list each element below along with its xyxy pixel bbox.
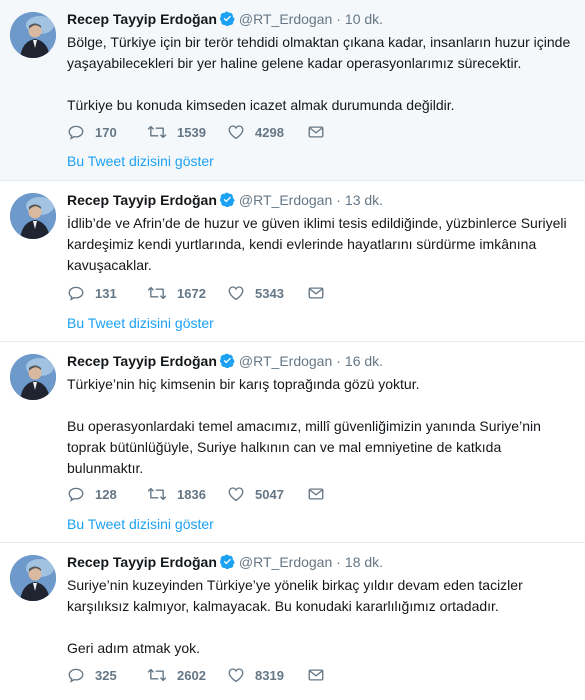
retweet-icon xyxy=(147,485,167,503)
reply-icon xyxy=(67,666,85,684)
author-name[interactable]: Recep Tayyip Erdoğan xyxy=(67,353,217,369)
retweet-count: 1672 xyxy=(177,285,206,301)
tweet-actions: 128 1836 5047 xyxy=(67,484,325,504)
direct-message-button[interactable] xyxy=(307,666,325,684)
tweet-paragraph: Türkiye bu konuda kimseden icazet almak … xyxy=(67,97,455,113)
tweet-time[interactable]: 13 dk. xyxy=(345,192,383,208)
envelope-icon xyxy=(307,284,325,302)
like-count: 4298 xyxy=(255,124,284,140)
reply-icon xyxy=(67,284,85,302)
tweet-text: Bölge, Türkiye için bir terör tehdidi ol… xyxy=(67,32,573,116)
tweet[interactable]: Recep Tayyip Erdoğan @RT_Erdogan · 18 dk. S… xyxy=(0,543,585,700)
tweet-text: İdlib’de ve Afrin’de de huzur ve güven i… xyxy=(67,213,573,276)
heart-icon xyxy=(227,666,245,684)
author-handle[interactable]: @RT_Erdogan xyxy=(239,353,332,369)
like-count: 5343 xyxy=(255,285,284,301)
retweet-icon xyxy=(147,666,167,684)
avatar[interactable] xyxy=(10,555,56,601)
verified-badge-icon xyxy=(219,192,235,211)
reply-count: 131 xyxy=(95,285,117,301)
like-count: 5047 xyxy=(255,486,284,502)
tweet[interactable]: Recep Tayyip Erdoğan @RT_Erdogan · 10 dk. B… xyxy=(0,0,585,181)
envelope-icon xyxy=(307,666,325,684)
tweet-paragraph: Suriye’nin kuzeyinden Türkiye’ye yönelik… xyxy=(67,577,523,614)
reply-button[interactable]: 170 xyxy=(67,123,147,141)
author-name[interactable]: Recep Tayyip Erdoğan xyxy=(67,554,217,570)
retweet-icon xyxy=(147,123,167,141)
author-handle[interactable]: @RT_Erdogan xyxy=(239,554,332,570)
direct-message-button[interactable] xyxy=(307,284,325,302)
envelope-icon xyxy=(307,123,325,141)
show-thread-link[interactable]: Bu Tweet dizisini göster xyxy=(67,153,214,169)
like-count: 8319 xyxy=(255,667,284,683)
tweet-paragraph: Bölge, Türkiye için bir terör tehdidi ol… xyxy=(67,34,571,71)
avatar[interactable] xyxy=(10,354,56,400)
retweet-count: 2602 xyxy=(177,667,206,683)
reply-count: 325 xyxy=(95,667,117,683)
separator: · xyxy=(336,192,341,208)
retweet-button[interactable]: 2602 xyxy=(147,666,227,684)
heart-icon xyxy=(227,485,245,503)
heart-icon xyxy=(227,123,245,141)
verified-badge-icon xyxy=(219,353,235,372)
author-name[interactable]: Recep Tayyip Erdoğan xyxy=(67,192,217,208)
author-name[interactable]: Recep Tayyip Erdoğan xyxy=(67,11,217,27)
reply-button[interactable]: 325 xyxy=(67,666,147,684)
retweet-icon xyxy=(147,284,167,302)
retweet-count: 1539 xyxy=(177,124,206,140)
separator: · xyxy=(336,11,341,27)
tweet-time[interactable]: 18 dk. xyxy=(345,554,383,570)
heart-icon xyxy=(227,284,245,302)
like-button[interactable]: 4298 xyxy=(227,123,307,141)
like-button[interactable]: 5047 xyxy=(227,485,307,503)
tweet-actions: 170 1539 4298 xyxy=(67,122,325,142)
like-button[interactable]: 5343 xyxy=(227,284,307,302)
retweet-button[interactable]: 1539 xyxy=(147,123,227,141)
tweet-paragraph: Türkiye’nin hiç kimsenin bir karış topra… xyxy=(67,376,420,392)
separator: · xyxy=(336,554,341,570)
tweet-text: Türkiye’nin hiç kimsenin bir karış topra… xyxy=(67,374,573,479)
retweet-button[interactable]: 1836 xyxy=(147,485,227,503)
tweet-actions: 131 1672 5343 xyxy=(67,283,325,303)
tweet-time[interactable]: 16 dk. xyxy=(345,353,383,369)
separator: · xyxy=(336,353,341,369)
reply-icon xyxy=(67,485,85,503)
author-handle[interactable]: @RT_Erdogan xyxy=(239,11,332,27)
tweet-time[interactable]: 10 dk. xyxy=(345,11,383,27)
retweet-count: 1836 xyxy=(177,486,206,502)
show-thread-link[interactable]: Bu Tweet dizisini göster xyxy=(67,516,214,532)
tweet-paragraph: Bu operasyonlardaki temel amacımız, mill… xyxy=(67,418,541,476)
avatar[interactable] xyxy=(10,12,56,58)
author-handle[interactable]: @RT_Erdogan xyxy=(239,192,332,208)
verified-badge-icon xyxy=(219,554,235,573)
tweet[interactable]: Recep Tayyip Erdoğan @RT_Erdogan · 16 dk. T… xyxy=(0,342,585,543)
tweet-paragraph: Geri adım atmak yok. xyxy=(67,640,201,656)
tweet-text: Suriye’nin kuzeyinden Türkiye’ye yönelik… xyxy=(67,575,573,659)
show-thread-link[interactable]: Bu Tweet dizisini göster xyxy=(67,315,214,331)
reply-button[interactable]: 131 xyxy=(67,284,147,302)
tweet-actions: 325 2602 8319 xyxy=(67,665,325,685)
tweet-timeline: Recep Tayyip Erdoğan @RT_Erdogan · 10 dk. B… xyxy=(0,0,585,700)
reply-count: 170 xyxy=(95,124,117,140)
envelope-icon xyxy=(307,485,325,503)
tweet[interactable]: Recep Tayyip Erdoğan @RT_Erdogan · 13 dk. İ… xyxy=(0,181,585,342)
direct-message-button[interactable] xyxy=(307,123,325,141)
reply-icon xyxy=(67,123,85,141)
avatar[interactable] xyxy=(10,193,56,239)
reply-count: 128 xyxy=(95,486,117,502)
tweet-paragraph: İdlib’de ve Afrin’de de huzur ve güven i… xyxy=(67,215,567,273)
retweet-button[interactable]: 1672 xyxy=(147,284,227,302)
direct-message-button[interactable] xyxy=(307,485,325,503)
verified-badge-icon xyxy=(219,11,235,30)
reply-button[interactable]: 128 xyxy=(67,485,147,503)
like-button[interactable]: 8319 xyxy=(227,666,307,684)
